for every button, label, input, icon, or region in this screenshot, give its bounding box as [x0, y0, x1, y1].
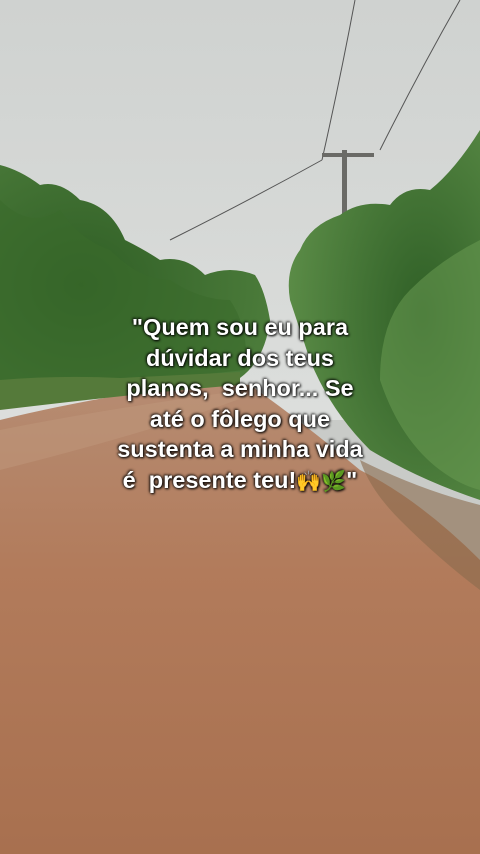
raised-hands-icon: 🙌 — [296, 468, 322, 493]
quote-line: dúvidar dos teus — [145, 344, 335, 371]
quote-last-line: é presente teu!🙌🌿" — [60, 465, 420, 497]
quote-line-text: é presente teu! — [122, 466, 297, 493]
photo-scene: "Quem sou eu para dúvidar dos teus plano… — [0, 0, 480, 854]
quote-line: sustenta a minha vida — [117, 436, 363, 462]
quote-line: até o fôlego que — [149, 405, 331, 432]
quote-text: "Quem sou eu para dúvidar dos teus plano… — [60, 312, 420, 496]
quote-line: "Quem sou eu para — [131, 314, 349, 340]
quote-line: planos, senhor... Se — [126, 375, 354, 401]
leaf-icon: 🌿 — [321, 468, 347, 493]
closing-quote: " — [346, 466, 358, 493]
